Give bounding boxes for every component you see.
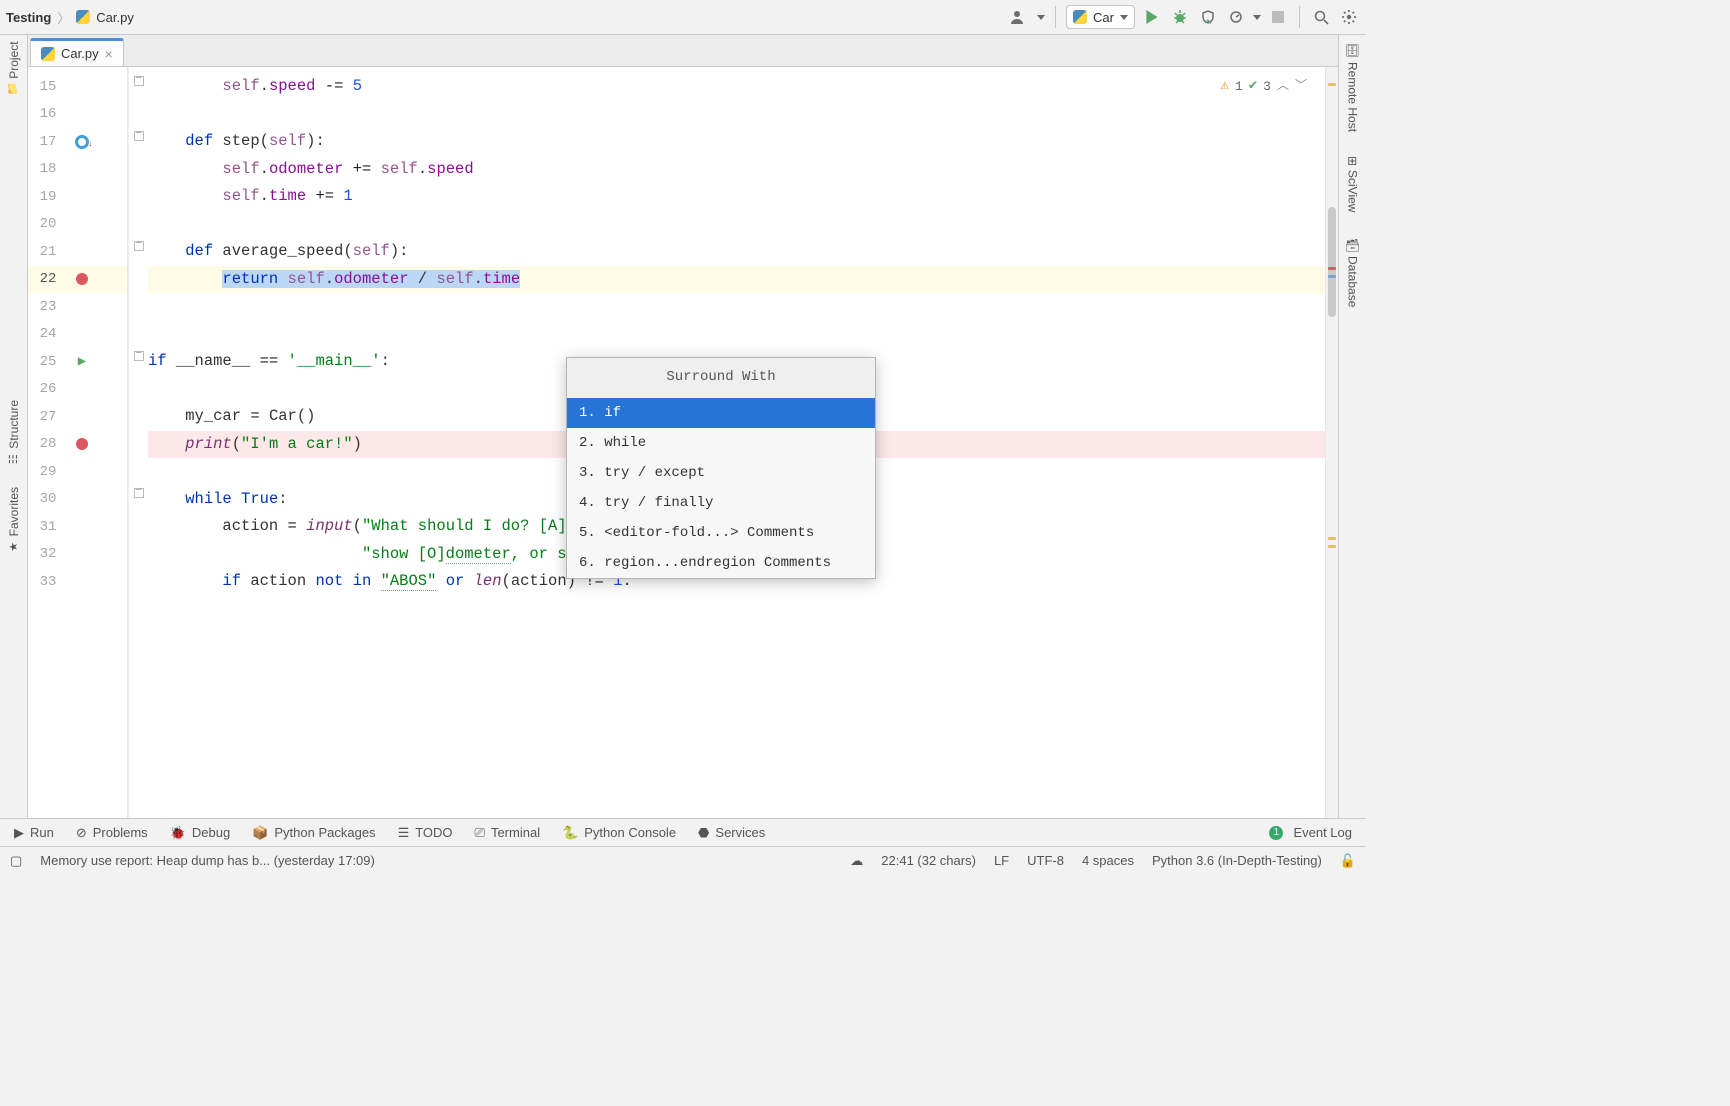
status-bar: ▢ Memory use report: Heap dump has b... … [0, 846, 1366, 874]
sciview-tab[interactable]: ⊞SciView [1346, 156, 1360, 213]
tool-todo[interactable]: ☰TODO [398, 825, 453, 841]
run-button[interactable] [1141, 6, 1163, 28]
profile-button[interactable] [1225, 6, 1247, 28]
scroll-thumb[interactable] [1328, 207, 1336, 317]
status-process-icon[interactable]: ☁ [850, 853, 863, 869]
breadcrumb-project[interactable]: Testing [6, 10, 51, 25]
inspection-summary[interactable]: ⚠1 ✔3 ︿ ﹀ [1220, 73, 1307, 101]
surround-with-popup: Surround With 1. if 2. while 3. try / ex… [566, 357, 876, 579]
fold-handle-icon[interactable] [134, 488, 144, 498]
coverage-button[interactable] [1197, 6, 1219, 28]
code-editor[interactable]: 15 16 17 18 19 20 21 22 23 24 25▶ 26 27 … [28, 67, 1338, 818]
stop-button [1267, 6, 1289, 28]
fold-handle-icon[interactable] [134, 351, 144, 361]
status-eol[interactable]: LF [994, 853, 1009, 868]
search-icon[interactable] [1310, 6, 1332, 28]
breakpoint-icon[interactable] [76, 438, 88, 450]
left-tool-ribbon: 📁Project ☷Structure ★Favorites [0, 35, 28, 846]
add-user-icon[interactable] [1009, 6, 1031, 28]
scroll-mark-error[interactable] [1328, 267, 1336, 270]
settings-gear-icon[interactable] [1338, 6, 1360, 28]
tool-python-console[interactable]: 🐍Python Console [562, 825, 676, 841]
popup-item[interactable]: 5. <editor-fold...> Comments [567, 518, 875, 548]
python-file-icon [1073, 10, 1087, 24]
next-highlight-icon[interactable]: ﹀ [1295, 73, 1307, 101]
tool-run[interactable]: ▶Run [14, 825, 54, 841]
close-tab-icon[interactable]: × [105, 46, 113, 62]
popup-item[interactable]: 2. while [567, 428, 875, 458]
breakpoint-icon[interactable] [76, 273, 88, 285]
fold-column[interactable] [128, 67, 148, 818]
dropdown-icon[interactable] [1037, 15, 1045, 20]
scroll-mark-warning[interactable] [1328, 537, 1336, 540]
code-area[interactable]: ⚠1 ✔3 ︿ ﹀ self.speed -= 5 def step(self)… [148, 67, 1325, 818]
status-interpreter[interactable]: Python 3.6 (In-Depth-Testing) [1152, 853, 1322, 868]
warning-badge-icon: ⚠ [1220, 73, 1228, 101]
file-tab-label: Car.py [61, 46, 99, 61]
tool-debug[interactable]: 🐞Debug [170, 825, 231, 841]
tool-services[interactable]: ⬣Services [698, 825, 765, 841]
favorites-tool-tab[interactable]: ★Favorites [7, 487, 21, 553]
gutter[interactable]: 15 16 17 18 19 20 21 22 23 24 25▶ 26 27 … [28, 67, 128, 818]
tool-event-log[interactable]: 1 Event Log [1269, 825, 1352, 840]
popup-item[interactable]: 4. try / finally [567, 488, 875, 518]
status-position[interactable]: 22:41 (32 chars) [881, 853, 976, 868]
run-config-selector[interactable]: Car [1066, 5, 1135, 29]
file-tab[interactable]: Car.py × [30, 38, 124, 66]
project-tool-tab[interactable]: 📁Project [7, 41, 21, 96]
popup-item[interactable]: 6. region...endregion Comments [567, 548, 875, 578]
lock-icon[interactable]: 🔓 [1340, 853, 1356, 869]
top-toolbar: Testing 〉 Car.py Car [0, 0, 1366, 35]
remote-host-tab[interactable]: 🗄Remote Host [1346, 43, 1360, 132]
popup-item[interactable]: 1. if [567, 398, 875, 428]
database-tab[interactable]: 🗃Database [1346, 237, 1360, 308]
fold-handle-icon[interactable] [134, 76, 144, 86]
prev-highlight-icon[interactable]: ︿ [1277, 73, 1289, 101]
status-tool-window-icon[interactable]: ▢ [10, 853, 22, 869]
editor-tabstrip: Car.py × [0, 35, 1366, 67]
tool-python-packages[interactable]: 📦Python Packages [252, 825, 375, 841]
right-tool-ribbon: 🗄Remote Host ⊞SciView 🗃Database [1338, 35, 1366, 846]
run-config-label: Car [1093, 10, 1114, 25]
event-log-badge: 1 [1269, 826, 1283, 840]
run-gutter-icon[interactable]: ▶ [78, 353, 86, 370]
override-icon[interactable] [75, 135, 89, 149]
scroll-mark-warning[interactable] [1328, 545, 1336, 548]
popup-item[interactable]: 3. try / except [567, 458, 875, 488]
tool-problems[interactable]: ⊘Problems [76, 825, 148, 841]
status-encoding[interactable]: UTF-8 [1027, 853, 1064, 868]
ok-badge-icon: ✔ [1249, 73, 1257, 101]
tool-window-bar: ▶Run ⊘Problems 🐞Debug 📦Python Packages ☰… [0, 818, 1366, 846]
breadcrumb-file[interactable]: Car.py [96, 10, 134, 25]
structure-tool-tab[interactable]: ☷Structure [7, 400, 21, 466]
popup-title: Surround With [567, 358, 875, 398]
debug-button[interactable] [1169, 6, 1191, 28]
breadcrumb-sep: 〉 [57, 8, 70, 27]
editor-scrollbar[interactable] [1325, 67, 1338, 818]
fold-handle-icon[interactable] [134, 131, 144, 141]
status-message[interactable]: Memory use report: Heap dump has b... (y… [40, 853, 375, 868]
chevron-down-icon[interactable] [1253, 15, 1261, 20]
python-file-icon [41, 47, 55, 61]
breadcrumb: Testing 〉 Car.py [6, 8, 134, 27]
tool-terminal[interactable]: ⎚Terminal [475, 825, 541, 841]
status-indent[interactable]: 4 spaces [1082, 853, 1134, 868]
scroll-mark-warning[interactable] [1328, 83, 1336, 86]
fold-handle-icon[interactable] [134, 241, 144, 251]
python-file-icon [76, 10, 90, 24]
scroll-mark-caret[interactable] [1328, 275, 1336, 278]
chevron-down-icon [1120, 15, 1128, 20]
